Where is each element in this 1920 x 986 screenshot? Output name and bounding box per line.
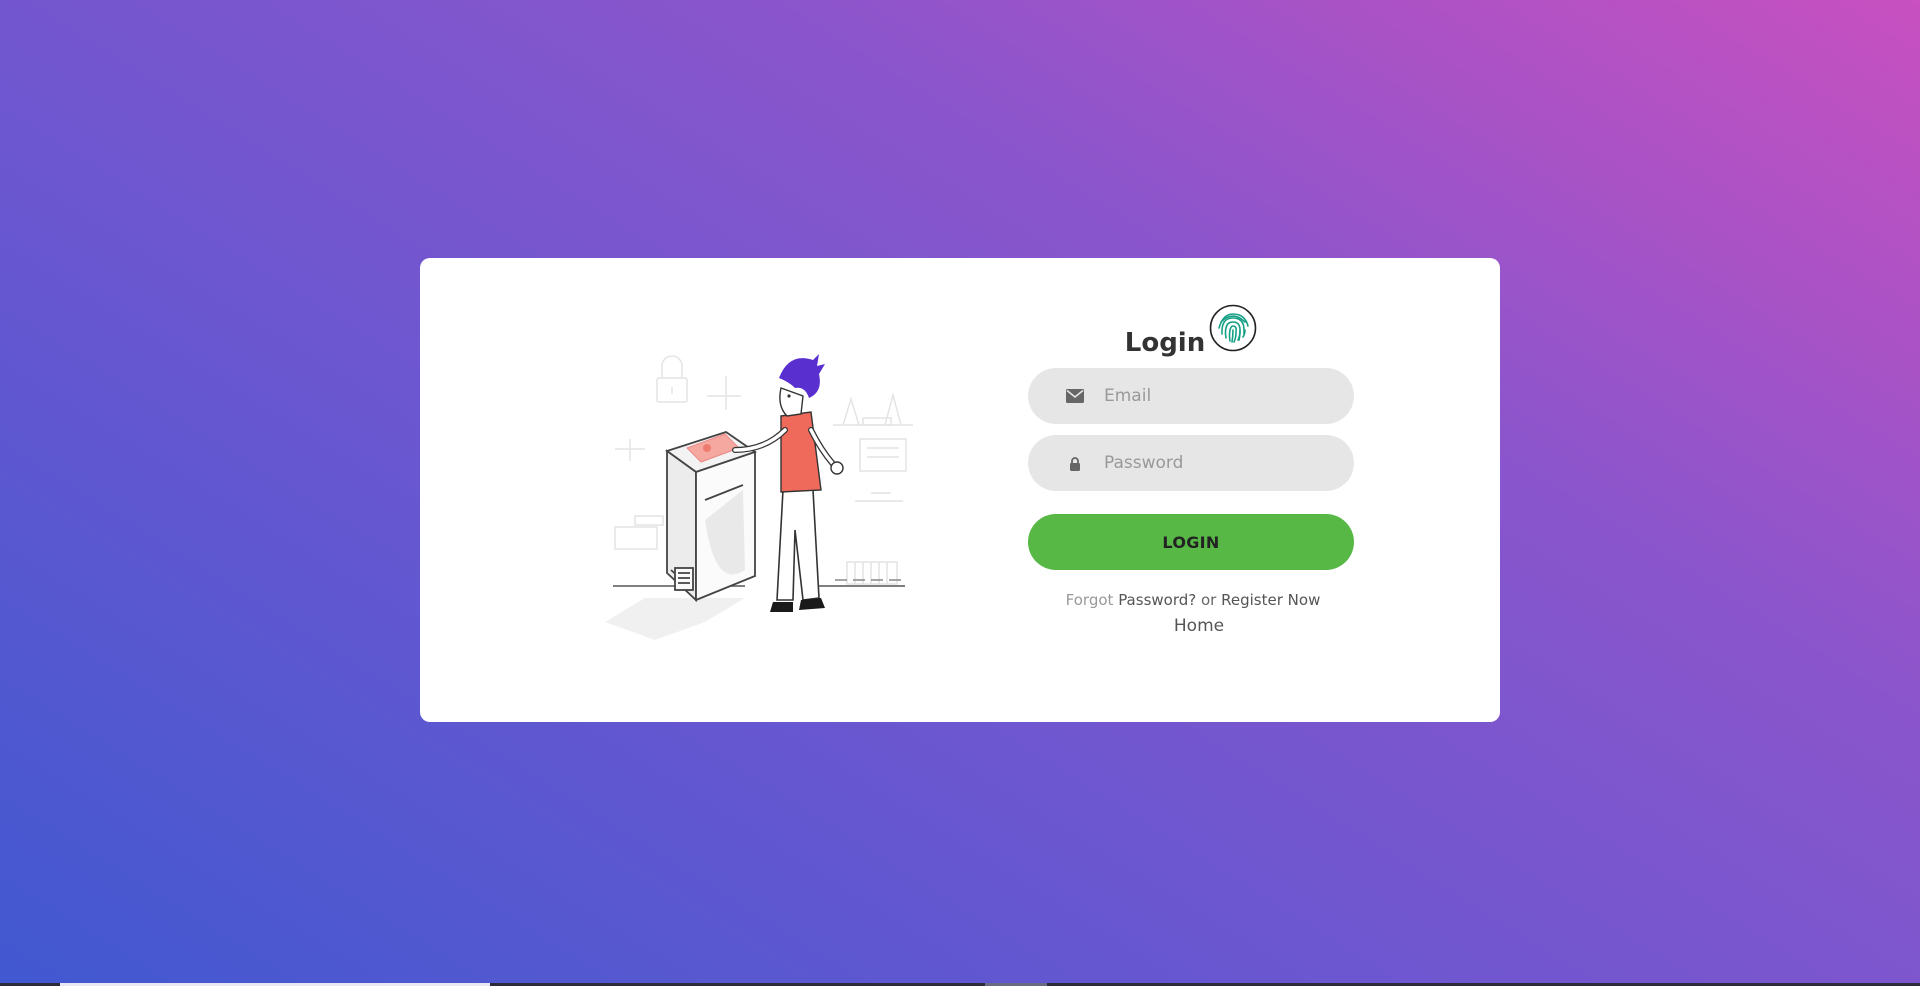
login-title-row: Login [1028,304,1354,358]
lock-icon [1070,457,1080,471]
envelope-icon [1066,389,1084,403]
forgot-password-link[interactable]: Password? [1118,591,1196,609]
login-card: Login Email LOGIN Forgot Password? or Re… [420,258,1500,722]
login-title: Login [1124,328,1206,358]
or-text: or [1201,591,1217,609]
auth-links: Forgot Password? or Register Now [1028,590,1354,610]
password-input[interactable] [1104,435,1334,491]
login-button[interactable]: LOGIN [1028,514,1354,570]
email-input[interactable] [1104,368,1334,424]
register-link[interactable]: Register Now [1221,591,1320,609]
email-field[interactable] [1028,368,1354,424]
login-form: Login Email LOGIN Forgot Password? or Re… [1028,304,1354,636]
forgot-prefix: Forgot [1065,591,1114,609]
fingerprint-scanner-illustration [605,354,913,640]
fingerprint-icon [1209,304,1257,352]
password-field[interactable] [1028,435,1354,491]
home-link[interactable]: Home [1028,616,1354,636]
